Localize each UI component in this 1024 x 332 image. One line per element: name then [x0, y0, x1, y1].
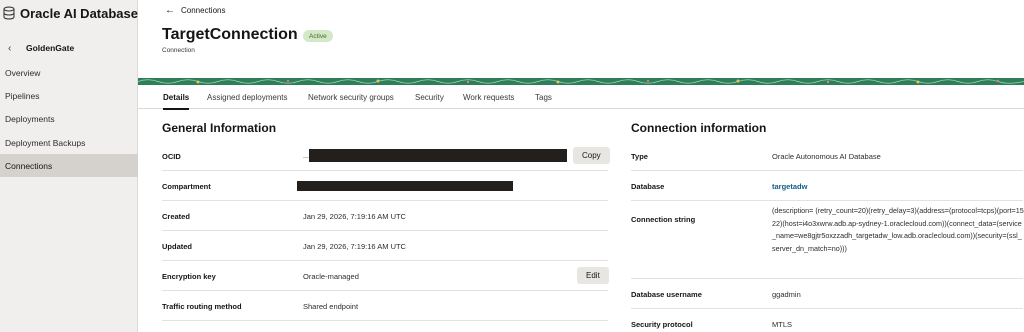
connection-string-value: (description= (retry_count=20)(retry_del…: [772, 206, 1024, 253]
connection-string-label: Connection string: [631, 215, 696, 224]
username-value: ggadmin: [772, 290, 801, 299]
sidebar-item-overview[interactable]: Overview: [0, 61, 138, 84]
page-subtitle: Connection: [162, 47, 195, 54]
database-link[interactable]: targetadw: [772, 182, 807, 191]
app-brand[interactable]: Oracle AI Database: [0, 0, 138, 26]
arrow-left-icon: ←: [165, 4, 175, 16]
compartment-redacted: [297, 181, 513, 191]
app-title: Oracle AI Database: [19, 5, 138, 21]
tab-bar: Details Assigned deployments Network sec…: [138, 85, 1024, 110]
sidebar-item-deployment-backups[interactable]: Deployment Backups: [0, 131, 138, 154]
ocid-row: OCID ... Copy: [162, 141, 610, 171]
ocid-prefix: ...: [303, 152, 309, 160]
created-value: Jan 29, 2026, 7:19:16 AM UTC: [303, 211, 406, 221]
type-row: Type Oracle Autonomous AI Database: [631, 141, 1023, 171]
compartment-row: Compartment: [162, 171, 608, 201]
sidebar-back-goldengate[interactable]: ‹ GoldenGate: [0, 38, 138, 58]
sidebar-item-pipelines[interactable]: Pipelines: [0, 84, 138, 107]
created-label: Created: [162, 211, 190, 221]
database-icon: [3, 6, 15, 20]
encryption-value: Oracle-managed: [303, 271, 359, 281]
sidebar: Oracle AI Database ‹ GoldenGate Overview…: [0, 0, 138, 332]
encryption-row: Encryption key Oracle-managed Edit: [162, 261, 609, 291]
sidebar-item-deployments[interactable]: Deployments: [0, 107, 138, 130]
sidebar-item-connections[interactable]: Connections: [0, 154, 138, 177]
chevron-left-icon: ‹: [8, 42, 12, 54]
breadcrumb-connections[interactable]: Connections: [181, 6, 225, 15]
database-label: Database: [631, 182, 665, 191]
created-row: Created Jan 29, 2026, 7:19:16 AM UTC: [162, 201, 608, 231]
type-label: Type: [631, 152, 648, 161]
compartment-label: Compartment: [162, 181, 211, 191]
tab-security[interactable]: Security: [415, 85, 444, 109]
encryption-label: Encryption key: [162, 271, 216, 281]
database-row: Database targetadw: [631, 171, 1023, 201]
protocol-value: MTLS: [772, 320, 793, 329]
page-title: TargetConnection: [162, 26, 298, 43]
updated-row: Updated Jan 29, 2026, 7:19:16 AM UTC: [162, 231, 608, 261]
username-row: Database username ggadmin: [631, 279, 1023, 309]
type-value: Oracle Autonomous AI Database: [772, 152, 881, 161]
tab-tags[interactable]: Tags: [535, 85, 552, 109]
routing-row: Traffic routing method Shared endpoint: [162, 291, 608, 321]
status-badge: Active: [303, 30, 333, 42]
breadcrumb[interactable]: ← Connections: [165, 4, 225, 16]
protocol-row: Security protocol MTLS: [631, 309, 1023, 332]
routing-label: Traffic routing method: [162, 301, 242, 311]
tab-work-requests[interactable]: Work requests: [463, 85, 514, 109]
tab-details[interactable]: Details: [163, 85, 190, 110]
decorative-banner: [138, 78, 1024, 85]
copy-ocid-button[interactable]: Copy: [573, 147, 610, 164]
ocid-redacted: [309, 149, 567, 162]
ocid-label: OCID: [162, 151, 181, 161]
edit-encryption-button[interactable]: Edit: [577, 267, 609, 284]
tab-assigned-deployments[interactable]: Assigned deployments: [207, 85, 288, 109]
sidebar-back-label: GoldenGate: [26, 43, 75, 53]
connection-string-row: Connection string (description= (retry_c…: [631, 201, 1024, 279]
updated-label: Updated: [162, 241, 192, 251]
updated-value: Jan 29, 2026, 7:19:16 AM UTC: [303, 241, 406, 251]
tab-network-security-groups[interactable]: Network security groups: [308, 85, 394, 109]
username-label: Database username: [631, 290, 702, 299]
routing-value: Shared endpoint: [303, 301, 359, 311]
general-info-title: General Information: [162, 121, 277, 135]
connection-info-title: Connection information: [631, 121, 767, 135]
protocol-label: Security protocol: [631, 320, 693, 329]
